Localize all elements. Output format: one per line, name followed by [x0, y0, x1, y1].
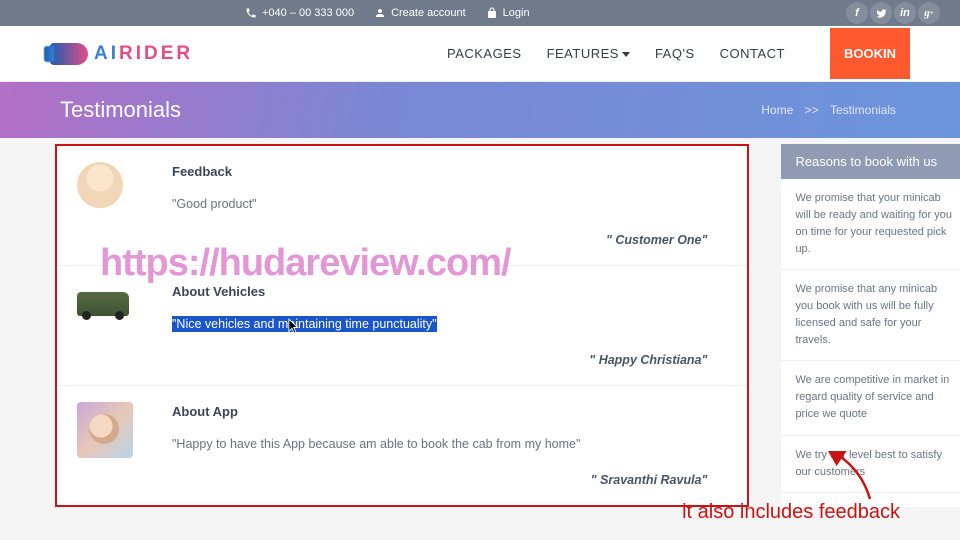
booking-button[interactable]: BOOKIN	[830, 28, 910, 79]
testimonial-body: About App "Happy to have this App becaus…	[172, 386, 747, 505]
testimonial-text: "Nice vehicles and maintaining time punc…	[172, 317, 717, 331]
testimonial-title: About Vehicles	[172, 284, 717, 299]
facebook-icon[interactable]: f	[846, 2, 868, 24]
phone-item[interactable]: +040 – 00 333 000	[245, 7, 354, 19]
avatar-col	[57, 266, 172, 385]
page-title: Testimonials	[60, 97, 181, 123]
nav-contact[interactable]: CONTACT	[720, 46, 785, 61]
login-link[interactable]: Login	[486, 7, 530, 19]
nav-faqs[interactable]: FAQ'S	[655, 46, 695, 61]
testimonial-author: " Happy Christiana"	[172, 353, 717, 367]
logo-icon	[50, 43, 88, 65]
testimonial-text: "Happy to have this App because am able …	[172, 437, 717, 451]
annotation-text: it also includes feedback	[682, 501, 900, 524]
logo[interactable]: AI RIDER	[50, 43, 193, 65]
nav-packages[interactable]: PACKAGES	[447, 46, 522, 61]
testimonial-title: About App	[172, 404, 717, 419]
create-account-text: Create account	[391, 7, 466, 19]
testimonial-body: Feedback "Good product" " Customer One"	[172, 146, 747, 265]
logo-rider: RIDER	[119, 43, 193, 65]
create-account-link[interactable]: Create account	[374, 7, 466, 19]
twitter-icon[interactable]	[870, 2, 892, 24]
page-header: Testimonials Home >> Testimonials	[0, 82, 960, 138]
avatar-col	[57, 386, 172, 505]
logo-ai: AI	[94, 43, 119, 65]
testimonial-author: " Customer One"	[172, 233, 717, 247]
testimonials-container: Feedback "Good product" " Customer One" …	[55, 144, 749, 507]
main-nav: AI RIDER PACKAGES FEATURES FAQ'S CONTACT…	[0, 26, 960, 82]
social-icons: f in g+	[846, 2, 940, 24]
login-text: Login	[503, 7, 530, 19]
breadcrumb-home[interactable]: Home	[761, 103, 793, 117]
reason-item: We are competitive in market in regard q…	[781, 361, 960, 435]
testimonial-text: "Good product"	[172, 197, 717, 211]
annotation-overlay: it also includes feedback	[682, 451, 900, 524]
logo-text: AI RIDER	[94, 43, 193, 65]
phone-icon	[245, 7, 257, 19]
user-icon	[374, 7, 386, 19]
breadcrumb-current: Testimonials	[830, 103, 896, 117]
top-bar: +040 – 00 333 000 Create account Login f…	[0, 0, 960, 26]
lock-icon	[486, 7, 498, 19]
testimonial-title: Feedback	[172, 164, 717, 179]
highlighted-text: "Nice vehicles and maintaining time punc…	[172, 316, 437, 332]
chevron-down-icon	[622, 52, 630, 57]
breadcrumb-sep: >>	[805, 103, 819, 117]
avatar-car-icon	[77, 292, 129, 316]
avatar	[77, 162, 123, 208]
linkedin-icon[interactable]: in	[894, 2, 916, 24]
nav-features[interactable]: FEATURES	[547, 46, 630, 61]
breadcrumb: Home >> Testimonials	[757, 103, 900, 117]
reason-item: We promise that your minicab will be rea…	[781, 179, 960, 270]
avatar	[77, 402, 133, 458]
reason-item: We promise that any minicab you book wit…	[781, 270, 960, 361]
avatar-col	[57, 146, 172, 265]
testimonial-body: About Vehicles "Nice vehicles and mainta…	[172, 266, 747, 385]
phone-text: +040 – 00 333 000	[262, 7, 354, 19]
topbar-left: +040 – 00 333 000 Create account Login	[245, 7, 530, 19]
arrow-icon	[820, 451, 900, 501]
google-plus-icon[interactable]: g+	[918, 2, 940, 24]
testimonial-card: Feedback "Good product" " Customer One"	[57, 146, 747, 266]
sidebar-title: Reasons to book with us	[781, 144, 960, 179]
testimonial-card: About App "Happy to have this App becaus…	[57, 386, 747, 505]
nav-links: PACKAGES FEATURES FAQ'S CONTACT BOOKIN	[447, 28, 910, 79]
testimonial-author: " Sravanthi Ravula"	[172, 473, 717, 487]
testimonial-card: About Vehicles "Nice vehicles and mainta…	[57, 266, 747, 386]
